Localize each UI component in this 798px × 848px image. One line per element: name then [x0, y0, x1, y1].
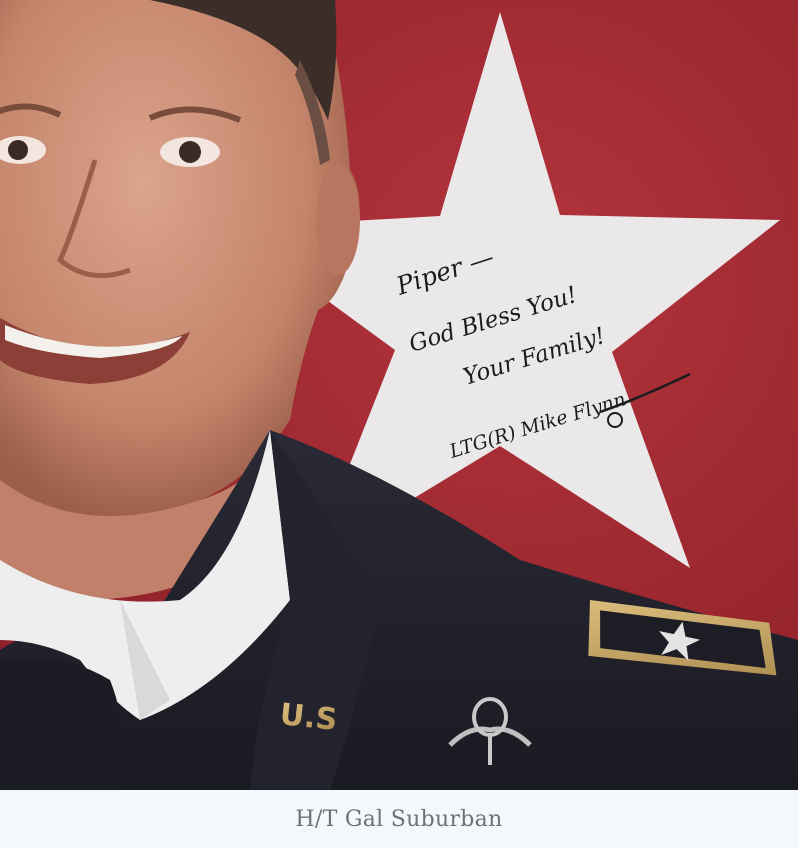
caption-bar: H/T Gal Suburban [0, 790, 798, 848]
photo-caption: H/T Gal Suburban [295, 806, 503, 832]
us-collar-insignia: U.S [278, 697, 339, 738]
svg-text:U.S: U.S [278, 697, 339, 738]
necktie [0, 657, 124, 790]
ear-shape [316, 165, 360, 275]
signed-portrait-photo: U.S Piper — God Bless You! Your Family! … [0, 0, 798, 790]
image-figure: U.S Piper — God Bless You! Your Family! … [0, 0, 798, 848]
